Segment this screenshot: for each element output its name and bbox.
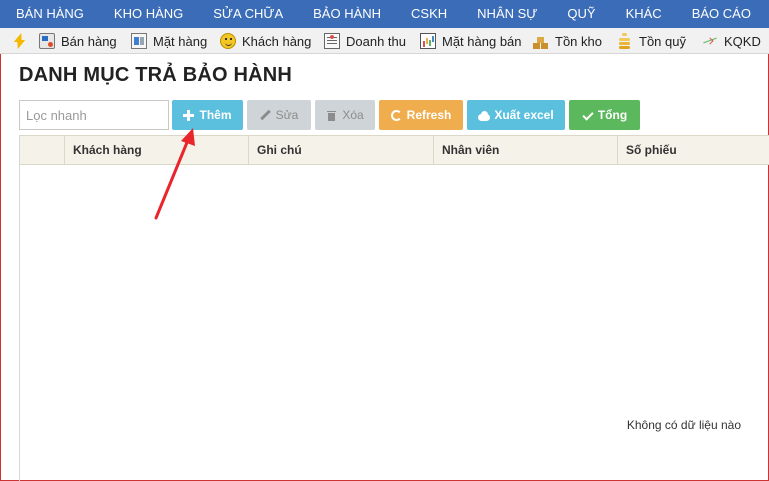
column-header-customer[interactable]: Khách hàng [64,136,248,165]
product-icon [131,33,147,49]
menu-quy[interactable]: QUỸ [567,0,595,28]
quick-doanh-thu[interactable]: Doanh thu [324,28,406,54]
refresh-icon [390,109,402,121]
plus-icon [183,109,195,121]
quick-mat-hang-label: Mặt hàng [153,33,208,49]
quick-kqkd[interactable]: KQKD [702,28,761,54]
quick-mat-hang[interactable]: Mặt hàng [131,28,207,54]
menu-bao-hanh[interactable]: BẢO HÀNH [313,0,381,28]
delete-button[interactable]: Xóa [315,100,375,130]
lightning-icon[interactable] [12,28,32,54]
quick-khach-hang[interactable]: Khách hàng [220,28,311,54]
quick-ton-kho-label: Tồn kho [555,33,602,49]
column-header-note[interactable]: Ghi chú [248,136,433,165]
fund-coins-icon [617,33,633,49]
quick-ton-kho[interactable]: Tồn kho [533,28,602,54]
refresh-button[interactable]: Refresh [379,100,463,130]
menu-kho-hang[interactable]: KHO HÀNG [114,0,183,28]
customer-icon [220,33,236,49]
page-title: DANH MỤC TRẢ BẢO HÀNH [19,64,293,86]
quick-khach-hang-label: Khách hàng [242,33,312,49]
table-header: Khách hàng Ghi chú Nhân viên Số phiếu [20,135,769,165]
edit-button[interactable]: Sửa [247,100,311,130]
quick-doanh-thu-label: Doanh thu [346,33,406,49]
top-menu-bar: BÁN HÀNG KHO HÀNG SỬA CHỮA BẢO HÀNH CSKH… [0,0,769,28]
quick-filter-input[interactable] [19,100,169,130]
quick-access-bar: Bán hàng Mặt hàng Khách hàng Doanh thu M… [0,28,769,54]
empty-table-message: Không có dữ liệu nào [626,418,741,432]
add-button-label: Thêm [199,108,232,122]
refresh-button-label: Refresh [406,108,452,122]
edit-button-label: Sửa [275,108,299,122]
trash-icon [326,110,337,121]
quick-mat-hang-ban-label: Mặt hàng bán [442,33,522,49]
menu-khac[interactable]: KHÁC [626,0,662,28]
sales-icon [39,33,55,49]
warranty-return-table: Khách hàng Ghi chú Nhân viên Số phiếu Kh… [19,135,769,481]
menu-ban-hang[interactable]: BÁN HÀNG [16,0,84,28]
bestseller-chart-icon [420,33,436,49]
quick-kqkd-label: KQKD [724,33,761,49]
quick-ton-quy[interactable]: Tồn quỹ [617,28,686,54]
menu-bao-cao[interactable]: BÁO CÁO [692,0,751,28]
column-header-staff[interactable]: Nhân viên [433,136,617,165]
check-icon [582,110,593,121]
delete-button-label: Xóa [342,108,364,122]
menu-nhan-su[interactable]: NHÂN SỰ [477,0,537,28]
revenue-icon [324,33,340,49]
quick-mat-hang-ban[interactable]: Mặt hàng bán [420,28,522,54]
stock-icon [533,33,549,49]
cloud-download-icon [478,110,491,121]
export-excel-button-label: Xuất excel [494,108,554,122]
total-button[interactable]: Tổng [569,100,640,130]
row-selector-header[interactable] [20,136,64,165]
menu-sua-chua[interactable]: SỬA CHỮA [213,0,283,28]
quick-ban-hang[interactable]: Bán hàng [39,28,117,54]
menu-cskh[interactable]: CSKH [411,0,447,28]
add-button[interactable]: Thêm [172,100,243,130]
export-excel-button[interactable]: Xuất excel [467,100,565,130]
business-result-icon [702,33,718,49]
pencil-icon [260,110,271,121]
quick-ban-hang-label: Bán hàng [61,33,117,49]
column-header-ticket-number[interactable]: Số phiếu [617,136,769,165]
quick-ton-quy-label: Tồn quỹ [639,33,686,49]
total-button-label: Tổng [597,108,628,122]
